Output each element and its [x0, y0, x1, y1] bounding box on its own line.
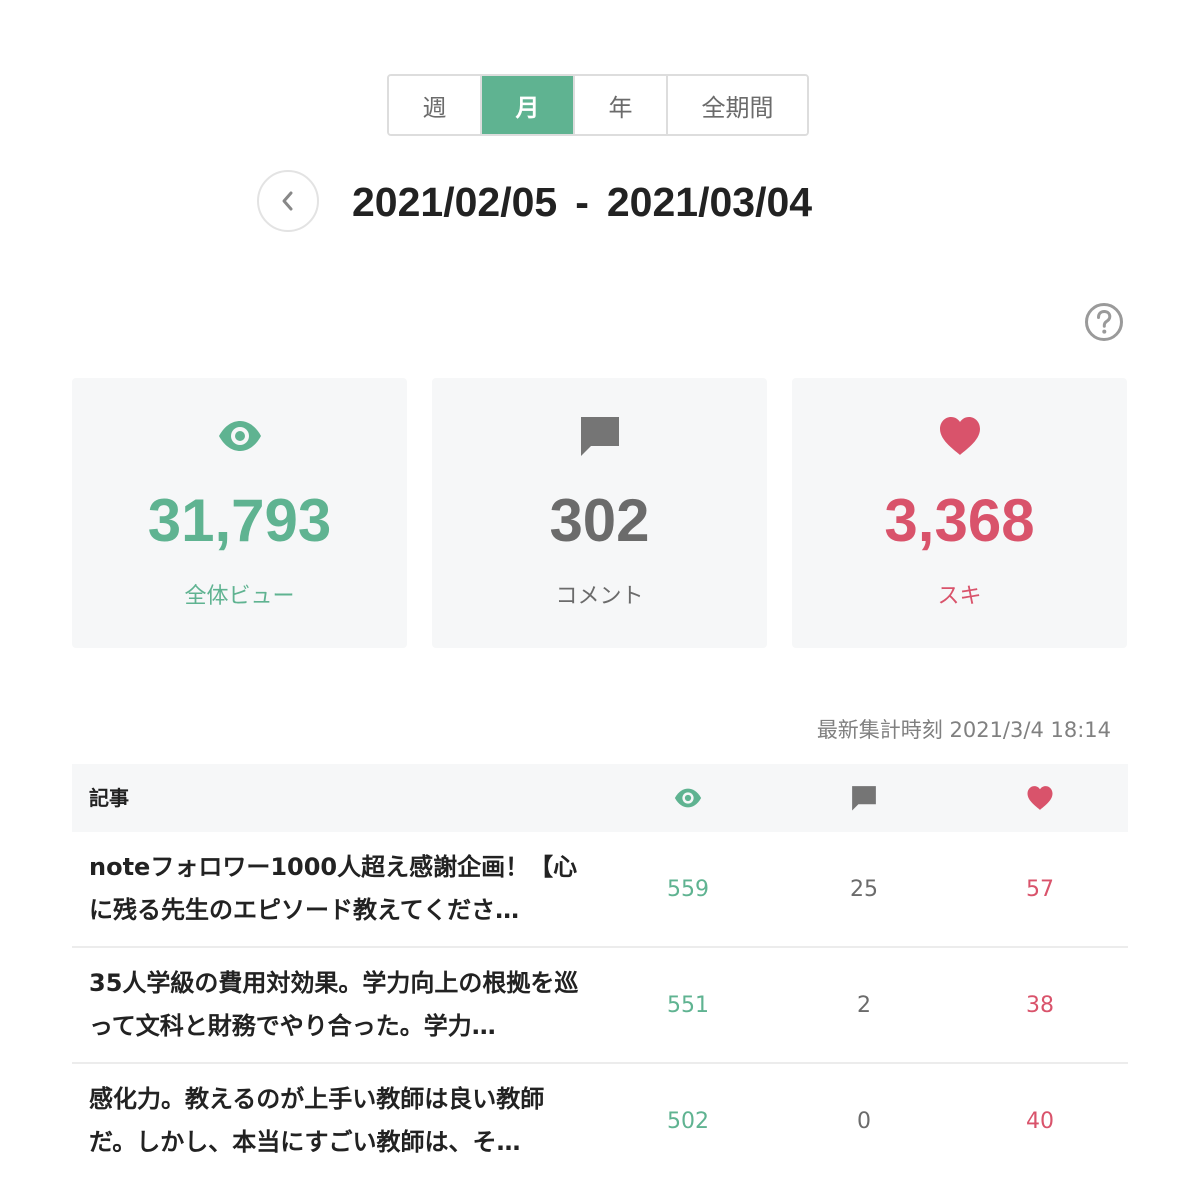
- date-end: 2021/03/04: [606, 178, 813, 225]
- stat-card-comments: 302 コメント: [432, 378, 767, 648]
- comment-icon: [580, 417, 619, 456]
- likes-column-header: [980, 764, 1100, 832]
- article-column-header: 記事: [89, 786, 129, 810]
- tab-all-time[interactable]: 全期間: [668, 76, 807, 134]
- likes-total: 3,368: [884, 487, 1035, 554]
- table-row: 35人学級の費用対効果。学力向上の根拠を巡って文科と財務でやり合った。学力… 5…: [72, 948, 1128, 1064]
- article-title-link[interactable]: 感化力。教えるのが上手い教師は良い教師だ。しかし、本当にすごい教師は、そ…: [89, 1078, 589, 1164]
- article-views: 559: [667, 876, 709, 902]
- article-comments: 2: [857, 992, 871, 1018]
- article-views: 551: [667, 992, 709, 1018]
- likes-label: スキ: [937, 584, 982, 609]
- date-start: 2021/02/05: [352, 178, 558, 225]
- article-likes: 57: [1026, 876, 1054, 902]
- heart-icon: [1027, 786, 1053, 810]
- articles-table: 記事 noteフォロワー1000人超え感謝企画！【心に残る先生のエピソード教えて…: [72, 764, 1128, 1178]
- article-views: 502: [667, 1108, 709, 1134]
- date-range: 2021/02/05 - 2021/03/04: [352, 174, 812, 230]
- eye-icon: [674, 788, 702, 808]
- article-likes: 38: [1026, 992, 1054, 1018]
- views-label: 全体ビュー: [184, 584, 295, 609]
- period-tabs: 週 月 年 全期間: [387, 74, 809, 136]
- tab-year[interactable]: 年: [575, 76, 668, 134]
- comment-icon: [852, 786, 876, 811]
- comments-total: 302: [549, 487, 650, 554]
- heart-icon: [939, 417, 980, 455]
- last-updated-time: 最新集計時刻 2021/3/4 18:14: [816, 718, 1111, 742]
- previous-period-button[interactable]: [257, 170, 319, 232]
- table-header: 記事: [72, 764, 1128, 832]
- tab-month[interactable]: 月: [482, 76, 575, 134]
- table-row: noteフォロワー1000人超え感謝企画！【心に残る先生のエピソード教えてくださ…: [72, 832, 1128, 948]
- views-column-header: [628, 764, 748, 832]
- comments-column-header: [804, 764, 924, 832]
- help-icon[interactable]: [1084, 302, 1124, 342]
- article-title-link[interactable]: 35人学級の費用対効果。学力向上の根拠を巡って文科と財務でやり合った。学力…: [89, 962, 589, 1048]
- article-title-link[interactable]: noteフォロワー1000人超え感謝企画！【心に残る先生のエピソード教えてくださ…: [89, 846, 589, 932]
- views-total: 31,793: [147, 487, 332, 554]
- tab-week[interactable]: 週: [389, 76, 482, 134]
- article-comments: 25: [850, 876, 878, 902]
- article-likes: 40: [1026, 1108, 1054, 1134]
- date-separator: -: [575, 178, 589, 225]
- table-row: 感化力。教えるのが上手い教師は良い教師だ。しかし、本当にすごい教師は、そ… 50…: [72, 1064, 1128, 1178]
- chevron-left-icon: [282, 191, 293, 211]
- stat-card-views: 31,793 全体ビュー: [72, 378, 407, 648]
- comments-label: コメント: [555, 584, 644, 609]
- stat-card-likes: 3,368 スキ: [792, 378, 1127, 648]
- article-comments: 0: [857, 1108, 871, 1134]
- eye-icon: [218, 421, 261, 451]
